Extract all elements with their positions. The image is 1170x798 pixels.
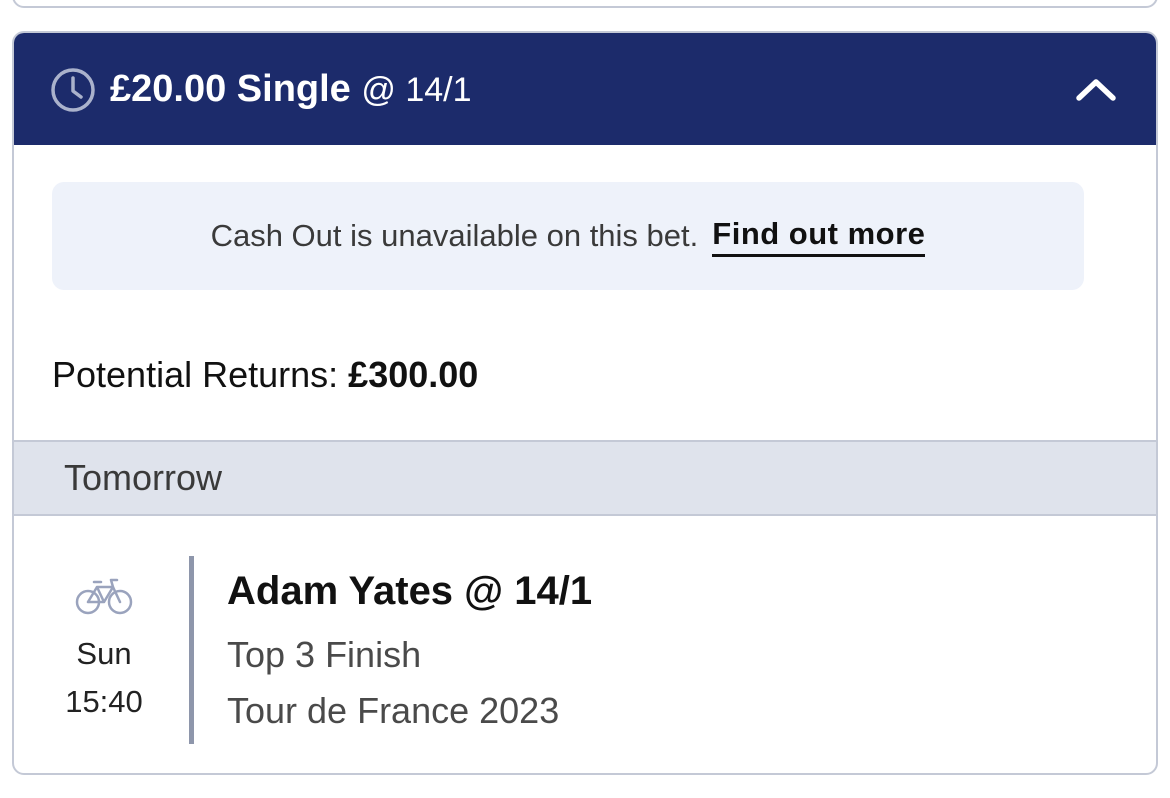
bicycle-icon xyxy=(75,578,133,615)
bet-odds: @ 14/1 xyxy=(361,71,472,109)
bet-header[interactable]: £20.00 Single @ 14/1 xyxy=(14,33,1156,145)
market-name: Top 3 Finish xyxy=(227,634,422,675)
cashout-banner: Cash Out is unavailable on this bet. Fin… xyxy=(52,182,1084,290)
bet-summary: £20.00 Single @ 14/1 xyxy=(110,65,472,114)
cashout-message: Cash Out is unavailable on this bet. xyxy=(210,218,699,253)
returns-label: Potential Returns: xyxy=(52,354,339,395)
bet-stake-type: £20.00 Single xyxy=(110,68,351,110)
event-name: Tour de France 2023 xyxy=(227,690,560,731)
event-time: 15:40 xyxy=(65,684,143,719)
find-out-more-link[interactable]: Find out more xyxy=(712,216,926,257)
returns-value: £300.00 xyxy=(348,354,479,395)
bet-card: £20.00 Single @ 14/1 Cash Out is unavail… xyxy=(12,31,1158,775)
previous-bet-card xyxy=(12,0,1158,8)
chevron-up-icon xyxy=(1076,79,1116,101)
event-start: Sun 15:40 xyxy=(44,576,164,722)
selection-divider xyxy=(189,556,194,744)
clock-icon xyxy=(51,68,95,112)
collapse-button[interactable] xyxy=(1064,63,1128,115)
event-day: Sun xyxy=(76,636,132,671)
potential-returns: Potential Returns: £300.00 xyxy=(52,353,478,397)
day-group-label: Tomorrow xyxy=(64,457,223,498)
selection-title: Adam Yates @ 14/1 xyxy=(227,569,593,613)
day-group-header: Tomorrow xyxy=(14,440,1156,516)
